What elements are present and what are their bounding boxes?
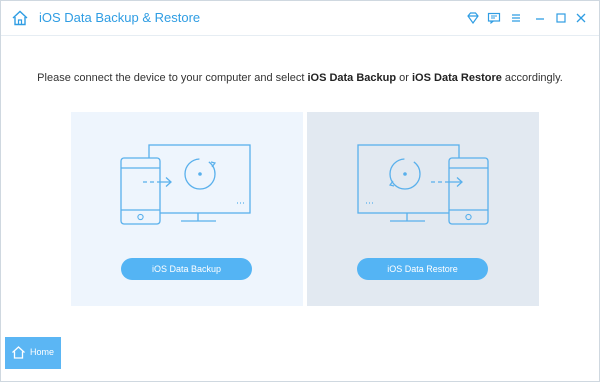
home-icon	[11, 9, 29, 27]
ios-data-backup-button[interactable]: iOS Data Backup	[121, 258, 252, 280]
home-button[interactable]: Home	[5, 337, 61, 369]
menu-icon[interactable]	[509, 12, 523, 24]
app-title: iOS Data Backup & Restore	[39, 10, 201, 25]
instruction-middle: or	[396, 72, 412, 84]
maximize-icon[interactable]	[554, 12, 568, 24]
monitor-to-phone-icon	[357, 144, 489, 225]
diamond-icon[interactable]	[466, 12, 480, 24]
close-icon[interactable]	[574, 12, 588, 24]
phone-to-monitor-icon	[120, 144, 251, 225]
home-icon	[12, 346, 25, 359]
restore-panel[interactable]: iOS Data Restore	[307, 112, 539, 306]
ios-data-restore-button[interactable]: iOS Data Restore	[357, 258, 488, 280]
app-window: iOS Data Backup & Restore Please connect…	[0, 0, 600, 382]
instruction-prefix: Please connect the device to your comput…	[37, 72, 308, 84]
instruction-restore: iOS Data Restore	[412, 72, 502, 84]
instruction-text: Please connect the device to your comput…	[1, 72, 599, 84]
minimize-icon[interactable]	[533, 12, 547, 24]
title-bar: iOS Data Backup & Restore	[1, 1, 599, 36]
home-label: Home	[30, 347, 55, 357]
backup-panel[interactable]: iOS Data Backup	[71, 112, 303, 306]
instruction-backup: iOS Data Backup	[307, 72, 397, 84]
instruction-suffix: accordingly.	[501, 72, 563, 84]
feedback-icon[interactable]	[487, 12, 501, 24]
